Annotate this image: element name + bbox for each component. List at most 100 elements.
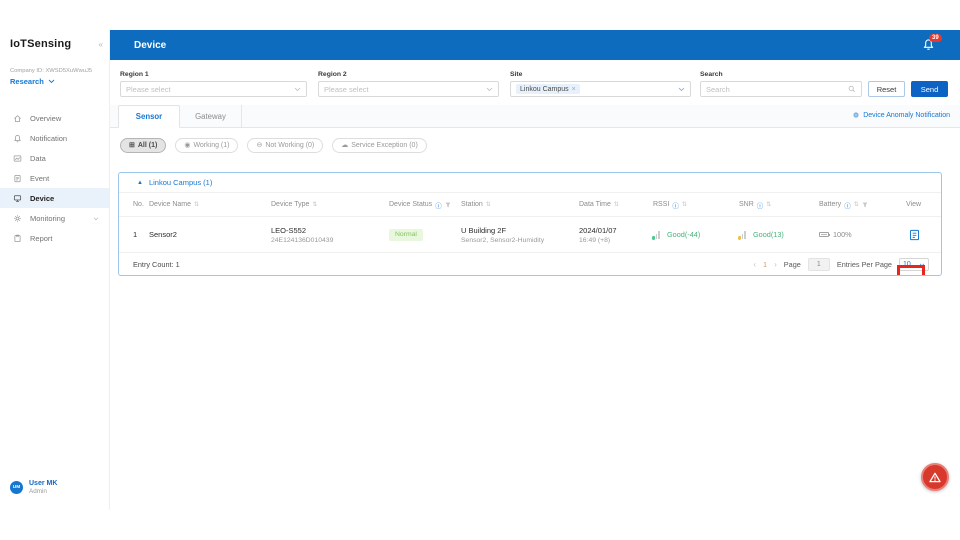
col-no: No.: [133, 201, 149, 208]
region2-label: Region 2: [318, 71, 347, 78]
chevron-down-icon: [678, 87, 685, 92]
gear-icon: [13, 214, 22, 223]
minus-circle-icon: ⊖: [256, 142, 262, 149]
current-page-number[interactable]: 1: [763, 260, 767, 269]
sidebar-item-notification[interactable]: Notification: [0, 128, 109, 148]
page-number-input[interactable]: [808, 258, 830, 271]
cloud-alert-icon: ☁: [341, 142, 348, 149]
col-data-time: Data Time⇅: [579, 201, 653, 208]
sidebar-item-event[interactable]: Event: [0, 168, 109, 188]
cell-station: U Building 2F Sensor2, Sensor2-Humidity: [461, 226, 579, 244]
table-header-row: No. Device Name⇅ Device Type⇅ Device Sta…: [119, 193, 941, 217]
notification-bell-button[interactable]: 39: [922, 38, 936, 52]
sort-icon[interactable]: ⇅: [194, 201, 199, 208]
info-icon[interactable]: ⓘ: [435, 200, 442, 210]
sidebar-item-device[interactable]: Device: [0, 188, 109, 208]
info-icon[interactable]: ⓘ: [757, 200, 764, 210]
battery-value: 100%: [833, 230, 852, 239]
col-device-name: Device Name⇅: [149, 201, 271, 208]
chip-all[interactable]: ⊞ All (1): [120, 138, 166, 153]
filter-icon[interactable]: [862, 202, 868, 208]
collapse-sidebar-icon[interactable]: «: [99, 40, 103, 49]
sort-icon[interactable]: ⇅: [682, 201, 687, 208]
next-page-button[interactable]: ›: [774, 260, 777, 269]
tab-gateway[interactable]: Gateway: [180, 105, 242, 127]
chevron-down-icon: [919, 263, 925, 267]
device-anomaly-notification-link[interactable]: Device Anomaly Notification: [852, 111, 950, 119]
org-selector[interactable]: Research: [0, 74, 109, 86]
sort-icon[interactable]: ⇅: [614, 201, 619, 208]
reset-button[interactable]: Reset: [868, 81, 905, 97]
site-tag-label: Linkou Campus: [520, 86, 569, 93]
user-role: Admin: [29, 488, 57, 495]
search-box: [700, 81, 862, 97]
search-icon: [848, 85, 856, 93]
sort-icon[interactable]: ⇅: [766, 201, 771, 208]
chevron-down-icon: [294, 87, 301, 92]
sidebar-item-label: Data: [30, 154, 46, 163]
sort-icon[interactable]: ⇅: [486, 201, 491, 208]
entries-per-page-value: 10: [903, 261, 911, 268]
chip-label: All (1): [138, 142, 157, 149]
sort-icon[interactable]: ⇅: [854, 201, 859, 208]
sort-icon[interactable]: ⇅: [312, 201, 317, 208]
chip-not-working[interactable]: ⊖ Not Working (0): [247, 138, 323, 153]
alert-fab-button[interactable]: [921, 463, 949, 491]
send-button[interactable]: Send: [911, 81, 948, 97]
device-serial: 24E124136D010439: [271, 237, 389, 244]
data-date: 2024/01/07: [579, 226, 653, 235]
close-icon[interactable]: ×: [572, 86, 576, 93]
rssi-value: Good(-44): [667, 230, 700, 239]
sidebar-item-overview[interactable]: Overview: [0, 108, 109, 128]
entry-count: Entry Count: 1: [133, 260, 180, 269]
chevron-down-icon: [93, 214, 99, 223]
region2-placeholder: Please select: [324, 85, 369, 94]
sidebar-item-data[interactable]: Data: [0, 148, 109, 168]
info-icon[interactable]: ⓘ: [844, 200, 851, 210]
org-name: Research: [10, 77, 44, 86]
chip-working[interactable]: ◉ Working (1): [175, 138, 238, 153]
col-battery: Batteryⓘ⇅: [819, 200, 906, 210]
region1-label: Region 1: [120, 71, 149, 78]
col-snr: SNRⓘ⇅: [739, 200, 819, 210]
grid-icon: ⊞: [129, 142, 135, 149]
chip-label: Service Exception (0): [351, 142, 418, 149]
device-row-sensor2: 1 Sensor2 LEO-S552 24E124136D010439 Norm…: [119, 217, 941, 253]
sidebar-item-label: Report: [30, 234, 53, 243]
main-panel: Device 39 Region 1 Please select Region …: [110, 30, 960, 510]
filter-icon[interactable]: [445, 202, 451, 208]
table-footer: Entry Count: 1 ‹ 1 › Page Entries Per Pa…: [119, 253, 941, 276]
search-label: Search: [700, 71, 723, 78]
home-icon: [13, 114, 22, 123]
chip-service-exception[interactable]: ☁ Service Exception (0): [332, 138, 427, 153]
col-device-type: Device Type⇅: [271, 201, 389, 208]
cell-rssi: Good(-44): [653, 230, 739, 239]
chip-label: Working (1): [193, 142, 229, 149]
region1-select[interactable]: Please select: [120, 81, 307, 97]
company-id: Company ID: XWSD5XuWwuJ5: [0, 50, 109, 74]
data-chart-icon: [13, 154, 22, 163]
device-monitor-icon: [13, 194, 22, 203]
info-icon[interactable]: ⓘ: [672, 200, 679, 210]
tab-sensor[interactable]: Sensor: [118, 105, 180, 128]
sidebar-item-monitoring[interactable]: Monitoring: [0, 208, 109, 228]
sidebar-item-report[interactable]: Report: [0, 228, 109, 248]
search-input[interactable]: [706, 85, 848, 94]
snr-value: Good(13): [753, 230, 784, 239]
bell-icon: [13, 134, 22, 143]
site-select[interactable]: Linkou Campus ×: [510, 81, 691, 97]
region2-select[interactable]: Please select: [318, 81, 499, 97]
chip-label: Not Working (0): [265, 142, 314, 149]
cell-battery: 100%: [819, 230, 906, 239]
view-details-button[interactable]: [906, 227, 922, 243]
group-header-linkou-campus[interactable]: ▲ Linkou Campus (1): [119, 173, 941, 193]
notification-count-badge: 39: [929, 34, 942, 42]
station-name: U Building 2F: [461, 226, 579, 235]
sidebar-item-label: Event: [30, 174, 49, 183]
data-time: 16:49 (+8): [579, 237, 653, 244]
signal-icon: [653, 231, 663, 239]
prev-page-button[interactable]: ‹: [753, 260, 756, 269]
sidebar-item-label: Device: [30, 194, 54, 203]
user-profile[interactable]: UM User MK Admin: [0, 480, 109, 495]
entries-per-page-select[interactable]: 10: [899, 258, 929, 271]
